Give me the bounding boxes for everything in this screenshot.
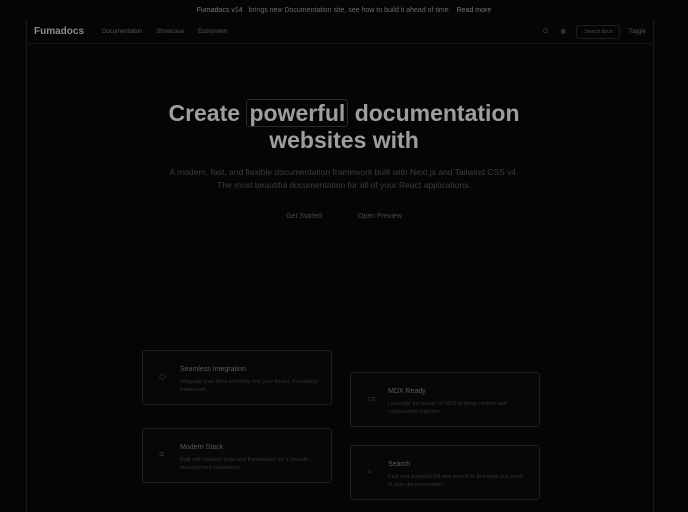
logo[interactable]: Fumadocs xyxy=(34,26,84,37)
hero-subtitle: A modern, fast, and flexible documentati… xyxy=(169,167,519,190)
feature-card-title: MDX Ready xyxy=(388,388,426,395)
feature-card-desc: Leverage the power of MDX to bring conte… xyxy=(388,401,507,415)
feature-card: ▭ MDX Ready Leverage the power of MDX to… xyxy=(350,372,540,427)
nav-link-ecosystem[interactable]: Ecosystem xyxy=(198,29,227,35)
search-input[interactable]: Search docs xyxy=(576,24,621,39)
feature-card-desc: Built with modern tools and frameworks f… xyxy=(180,457,309,471)
feature-card: ≡ Modern Stack Built with modern tools a… xyxy=(142,428,332,483)
layers-icon: ◇ xyxy=(159,371,166,381)
feature-card-desc: Integrate your docs smoothly into your R… xyxy=(180,379,318,393)
hero-title: Create powerful documentation websites w… xyxy=(120,99,568,154)
announcement-link[interactable]: Read more xyxy=(457,7,492,14)
top-nav: Fumadocs Documentation Showcase Ecosyste… xyxy=(26,20,654,44)
feature-card-title: Search xyxy=(388,461,411,468)
hero-title-line2: websites with xyxy=(269,127,419,153)
feature-card: ⌕ Search Fast and powerful full-text sea… xyxy=(350,445,540,500)
github-icon[interactable]: ⎔ xyxy=(540,27,550,37)
get-started-button[interactable]: Get Started xyxy=(278,211,330,222)
hero-actions: Get Started Open Preview xyxy=(0,211,688,222)
feature-card-desc: Fast and powerful full-text search to fi… xyxy=(388,474,523,488)
announcement-text: brings new Documentation site, see how t… xyxy=(248,6,451,14)
hero-title-post: documentation xyxy=(354,100,520,126)
nav-right: ⎔ ◍ Search docs Toggle xyxy=(540,24,646,39)
hero-title-pre: Create xyxy=(168,100,241,126)
theme-toggle[interactable]: Toggle xyxy=(628,29,646,35)
feature-card: ◇ Seamless Integration Integrate your do… xyxy=(142,350,332,405)
hero-title-highlight: powerful xyxy=(246,99,349,127)
feature-card-title: Seamless Integration xyxy=(180,366,246,373)
nav-link-showcase[interactable]: Showcase xyxy=(156,29,184,35)
open-preview-button[interactable]: Open Preview xyxy=(350,211,410,222)
feature-card-title: Modern Stack xyxy=(180,444,224,451)
announcement-badge: Fumadocs v14 xyxy=(196,6,243,14)
nav-links: Documentation Showcase Ecosystem xyxy=(102,29,227,35)
discord-icon[interactable]: ◍ xyxy=(558,27,568,37)
nav-link-documentation[interactable]: Documentation xyxy=(102,29,142,35)
announcement-bar: Fumadocs v14 brings new Documentation si… xyxy=(0,0,688,20)
page-frame xyxy=(26,20,654,512)
search-icon: ⌕ xyxy=(367,466,373,476)
stack-icon: ≡ xyxy=(159,449,165,459)
file-icon: ▭ xyxy=(367,393,376,403)
